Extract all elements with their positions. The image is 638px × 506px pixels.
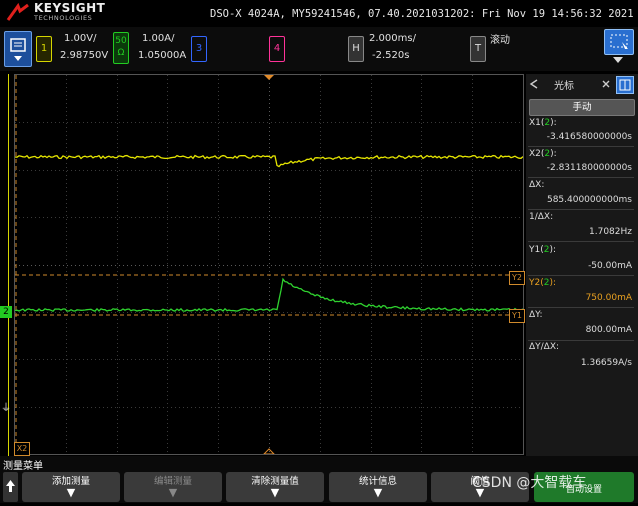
channel-2-offset: 1.05000A xyxy=(138,50,187,61)
menu-icon xyxy=(10,38,26,61)
y1-label: Y1(2): xyxy=(529,245,557,255)
cursor-y2-tag-label: Y2 xyxy=(512,273,522,282)
edit-measurement-button[interactable]: 编辑测量 ▼ xyxy=(124,472,222,502)
panel-title: 光标 xyxy=(554,81,574,92)
horizontal-position: -2.520s xyxy=(372,50,410,61)
channel-1-number: 1 xyxy=(40,43,48,54)
horizontal-button[interactable]: H xyxy=(348,36,364,62)
x1-value: -3.416580000000s xyxy=(546,132,632,142)
control-bar: 1 1.00V/ 2.98750V 50 Ω 1.00A/ 1.05000A 3… xyxy=(0,27,638,71)
x2-value: -2.831180000000s xyxy=(546,163,632,173)
statistics-label: 统计信息 xyxy=(358,476,397,487)
channel-3-button[interactable]: 3 xyxy=(191,36,207,62)
y2-value: 750.00mA xyxy=(585,293,632,303)
arrow-up-icon xyxy=(6,480,15,492)
cursor-mode-button[interactable]: 手动 xyxy=(529,99,635,116)
horizontal-scale: 2.000ms/ xyxy=(369,33,416,44)
brand-sub: TECHNOLOGIES xyxy=(34,14,93,22)
horizontal-label: H xyxy=(352,43,360,54)
trigger-position-marker xyxy=(264,75,274,80)
delta-x-value: 585.400000000ms xyxy=(546,195,632,205)
clear-measurements-label: 清除测量值 xyxy=(251,476,299,487)
menu-up-button[interactable] xyxy=(3,472,18,502)
cursor-x2-tag-label: X2 xyxy=(16,444,28,453)
channel-4-button[interactable]: 4 xyxy=(269,36,285,62)
divider xyxy=(528,307,634,308)
channel-1-offset: 2.98750V xyxy=(60,50,109,61)
panel-collapse-left-icon[interactable] xyxy=(529,79,539,89)
cursor-x2-tag[interactable]: X2 xyxy=(14,442,30,456)
channel-2-scale: 1.00A/ xyxy=(142,33,175,44)
inverse-delta-x-value: 1.7082Hz xyxy=(589,227,632,237)
panel-close-icon[interactable] xyxy=(601,79,611,89)
channel-3-number: 3 xyxy=(195,43,203,54)
channel-2-ground-marker[interactable]: 2 xyxy=(0,306,12,318)
menu-title: 测量菜单 xyxy=(3,461,43,472)
divider xyxy=(528,146,634,147)
left-marker-strip: 2 ⏚ xyxy=(0,74,13,456)
waveform-display[interactable] xyxy=(14,74,524,455)
channel-2-marker-label: 2 xyxy=(3,307,9,317)
delta-x-label: ΔX: xyxy=(529,180,545,190)
add-measurement-label: 添加测量 xyxy=(51,476,90,487)
divider xyxy=(528,177,634,178)
divider xyxy=(528,275,634,276)
divider xyxy=(528,241,634,242)
inverse-delta-x-label: 1/ΔX: xyxy=(529,212,554,222)
cursor-y2-tag[interactable]: Y2 xyxy=(509,271,525,285)
panel-toggle-button[interactable] xyxy=(616,76,634,94)
arrow-down-icon: ▼ xyxy=(66,486,76,499)
arrow-down-icon: ▼ xyxy=(168,486,178,499)
cursor-y1-tag-label: Y1 xyxy=(512,311,522,320)
channel-2-button[interactable]: 50 Ω xyxy=(113,32,129,64)
delta-y-label: ΔY: xyxy=(529,310,543,320)
channel-1-trace xyxy=(15,154,523,168)
clear-measurements-button[interactable]: 清除测量值 ▼ xyxy=(226,472,324,502)
trigger-label: T xyxy=(474,43,482,54)
arrow-down-icon: ▼ xyxy=(373,486,383,499)
arrow-down-icon: ▼ xyxy=(270,486,280,499)
statistics-button[interactable]: 统计信息 ▼ xyxy=(329,472,427,502)
touch-select-button[interactable] xyxy=(604,29,634,55)
x2-label: X2(2): xyxy=(529,149,557,159)
edit-measurement-label: 编辑测量 xyxy=(153,476,192,487)
trigger-button[interactable]: T xyxy=(470,36,486,62)
trigger-mode: 滚动 xyxy=(490,35,510,46)
waveform-canvas xyxy=(15,75,523,454)
header-bar: KEYSIGHT TECHNOLOGIES DSO-X 4024A, MY592… xyxy=(0,0,638,26)
add-measurement-button[interactable]: 添加测量 ▼ xyxy=(22,472,120,502)
cursor-y1-tag[interactable]: Y1 xyxy=(509,309,525,323)
main-menu-button[interactable] xyxy=(4,31,32,67)
panel-layout-icon xyxy=(619,79,631,91)
watermark-text: CSDN @大智载车 xyxy=(472,475,587,491)
instrument-info: DSO-X 4024A, MY59241546, 07.40.202103120… xyxy=(210,8,634,20)
delta-y-value: 800.00mA xyxy=(585,325,632,335)
channel-4-number: 4 xyxy=(273,43,281,54)
x1-label: X1(2): xyxy=(529,118,557,128)
cursor-mode-label: 手动 xyxy=(572,102,592,113)
delta-y-over-delta-x-value: 1.36659A/s xyxy=(580,358,632,368)
y2-label: Y2(2): xyxy=(529,278,557,288)
channel-1-button[interactable]: 1 xyxy=(36,36,52,62)
divider xyxy=(528,209,634,210)
graticule xyxy=(15,75,523,454)
y1-value: -50.00mA xyxy=(588,261,632,271)
brand-name: KEYSIGHT xyxy=(34,1,106,15)
keysight-logo-icon xyxy=(6,3,29,21)
divider xyxy=(528,340,634,341)
chevron-down-icon[interactable] xyxy=(610,55,626,65)
softkey-menu: 测量菜单 添加测量 ▼ 编辑测量 ▼ 清除测量值 ▼ 统计信息 ▼ 阈值 ▼ 自… xyxy=(0,456,638,503)
channel-1-scale: 1.00V/ xyxy=(64,33,97,44)
trigger-level-icon: ⏚ xyxy=(1,403,11,414)
channel-2-number: 50 Ω xyxy=(115,36,127,58)
box-select-icon xyxy=(610,34,628,49)
cursor-panel: 光标 手动 X1(2): -3.416580000000s X2(2): -2.… xyxy=(526,74,638,456)
delta-y-over-delta-x-label: ΔY/ΔX: xyxy=(529,342,560,352)
